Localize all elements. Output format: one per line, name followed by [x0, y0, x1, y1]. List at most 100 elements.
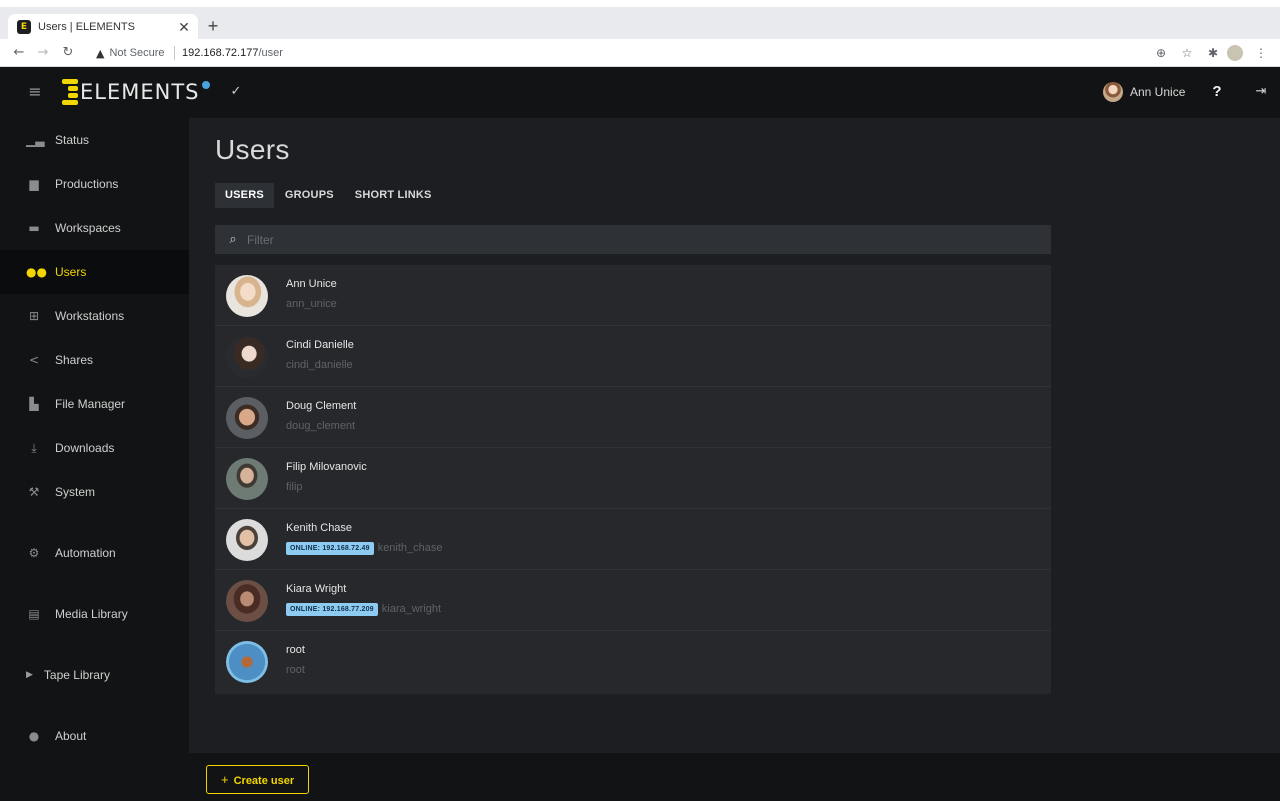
reload-icon[interactable]: ↻: [58, 43, 78, 63]
sidebar-item-label: Users: [55, 265, 87, 279]
avatar: [226, 397, 268, 439]
create-user-label: Create user: [233, 775, 295, 787]
sidebar-item-media-library[interactable]: ▤ Media Library: [0, 592, 189, 636]
url-separator: [174, 46, 175, 60]
sidebar-item-shares[interactable]: < Shares: [0, 338, 189, 382]
share-icon: <: [28, 353, 40, 367]
extensions-icon[interactable]: ✱: [1202, 43, 1224, 63]
avatar: [226, 336, 268, 378]
caret-right-icon: ▶: [26, 670, 33, 680]
list-item[interactable]: Cindi Danielle cindi_danielle: [215, 326, 1051, 387]
list-item[interactable]: Kenith Chase ONLINE: 192.168.72.49 kenit…: [215, 509, 1051, 570]
sidebar-item-tape-library[interactable]: ▶ Tape Library: [0, 653, 189, 697]
sidebar-item-label: Shares: [55, 353, 94, 367]
sidebar-item-about[interactable]: ● About: [0, 714, 189, 758]
forward-icon[interactable]: →: [33, 43, 53, 63]
logo-dot: [201, 81, 210, 89]
folder-icon: ▬: [28, 221, 40, 235]
sidebar-item-label: Downloads: [55, 441, 115, 455]
elements-logo[interactable]: ELEMENTS: [62, 78, 210, 106]
sidebar: ▁▃ Status ▆ Productions ▬ Workspaces ●● …: [0, 118, 189, 801]
sidebar-item-downloads[interactable]: ⤓ Downloads: [0, 426, 189, 470]
gears-icon: ⚙: [28, 546, 40, 560]
logo-text: ELEMENTS: [80, 80, 200, 104]
avatar: [226, 641, 268, 683]
sidebar-item-label: Tape Library: [43, 668, 110, 682]
list-item[interactable]: Kiara Wright ONLINE: 192.168.77.209 kiar…: [215, 570, 1051, 631]
user-name: Kiara Wright: [286, 583, 347, 595]
browser-tabstrip: E Users | ELEMENTS ✕ +: [0, 7, 1280, 39]
sidebar-item-label: System: [55, 485, 96, 499]
avatar: [226, 580, 268, 622]
user-login: doug_clement: [286, 420, 356, 432]
browser-profile-avatar[interactable]: [1227, 45, 1243, 61]
user-login: kiara_wright: [381, 603, 442, 615]
filter-input[interactable]: [247, 232, 1027, 247]
logo-mark-icon: [62, 79, 78, 105]
network-icon: ⊞: [28, 309, 40, 323]
help-icon[interactable]: ?: [1209, 81, 1225, 103]
sidebar-item-label: Media Library: [55, 607, 128, 621]
user-name: Ann Unice: [286, 278, 337, 290]
tab-short-links[interactable]: SHORT LINKS: [345, 183, 442, 208]
sidebar-item-system[interactable]: ⚒ System: [0, 470, 189, 514]
user-login: root: [286, 664, 305, 676]
online-badge: ONLINE: 192.168.77.209: [286, 602, 378, 616]
sidebar-item-file-manager[interactable]: ▙ File Manager: [0, 382, 189, 426]
url-path: /user: [258, 47, 283, 59]
avatar: [226, 519, 268, 561]
sidebar-item-workspaces[interactable]: ▬ Workspaces: [0, 206, 189, 250]
user-login: cindi_danielle: [286, 359, 353, 371]
sidebar-item-workstations[interactable]: ⊞ Workstations: [0, 294, 189, 338]
create-user-button[interactable]: + Create user: [206, 765, 310, 794]
back-icon[interactable]: ←: [9, 43, 29, 63]
download-icon: ⤓: [31, 441, 37, 455]
film-icon: ▤: [28, 607, 40, 621]
tab-groups[interactable]: GROUPS: [275, 183, 344, 208]
security-label: Not Secure: [109, 47, 165, 59]
bottom-action-bar: + Create user: [189, 753, 1280, 801]
logout-icon[interactable]: ⇥: [1252, 81, 1270, 103]
user-name: Doug Clement: [286, 400, 357, 412]
online-badge: ONLINE: 192.168.72.49: [286, 541, 374, 555]
current-user-name: Ann Unice: [1130, 85, 1186, 99]
security-indicator[interactable]: ▲ Not Secure: [96, 45, 165, 61]
elements-app: ≡ ELEMENTS ✓ Ann Unice ? ⇥ ▁▃ Status ▆ P…: [0, 67, 1280, 801]
app-topbar: ≡ ELEMENTS ✓ Ann Unice ? ⇥: [0, 67, 1280, 118]
briefcase-icon: ▆: [29, 177, 39, 191]
list-item[interactable]: Ann Unice ann_unice: [215, 265, 1051, 326]
list-item[interactable]: root root: [215, 631, 1051, 692]
users-icon: ●●: [26, 265, 47, 279]
filter-bar: ⌕: [215, 225, 1051, 254]
user-menu[interactable]: Ann Unice: [1103, 80, 1185, 104]
check-icon[interactable]: ✓: [228, 81, 244, 103]
new-tab-icon[interactable]: +: [203, 16, 223, 36]
info-icon: ●: [28, 729, 40, 743]
tab-users[interactable]: USERS: [215, 183, 274, 208]
url-field[interactable]: 192.168.72.177/user: [182, 45, 283, 61]
sidebar-item-label: About: [55, 729, 87, 743]
tab-title: Users | ELEMENTS: [38, 20, 135, 33]
warning-icon: ▲: [96, 46, 105, 60]
sidebar-item-status[interactable]: ▁▃ Status: [0, 118, 189, 162]
window-frame: [0, 0, 1280, 7]
sidebar-item-productions[interactable]: ▆ Productions: [0, 162, 189, 206]
wrench-icon: ⚒: [28, 485, 40, 499]
hamburger-menu-icon[interactable]: ≡: [25, 81, 45, 103]
close-tab-icon[interactable]: ✕: [176, 19, 192, 35]
zoom-icon[interactable]: ⊕: [1150, 43, 1172, 63]
bookmark-star-icon[interactable]: ☆: [1176, 43, 1198, 63]
user-login: filip: [286, 481, 303, 493]
list-item[interactable]: Doug Clement doug_clement: [215, 387, 1051, 448]
user-name: root: [286, 644, 305, 656]
user-name: Filip Milovanovic: [286, 461, 367, 473]
browser-menu-icon[interactable]: ⋮: [1250, 43, 1272, 63]
sidebar-item-label: Automation: [55, 546, 116, 560]
browser-tab[interactable]: E Users | ELEMENTS ✕: [8, 14, 198, 39]
sidebar-item-automation[interactable]: ⚙ Automation: [0, 531, 189, 575]
sidebar-item-users[interactable]: ●● Users: [0, 250, 189, 294]
user-list: Ann Unice ann_unice Cindi Danielle cindi…: [215, 265, 1051, 694]
avatar: [226, 458, 268, 500]
sidebar-item-label: Workspaces: [55, 221, 121, 235]
list-item[interactable]: Filip Milovanovic filip: [215, 448, 1051, 509]
